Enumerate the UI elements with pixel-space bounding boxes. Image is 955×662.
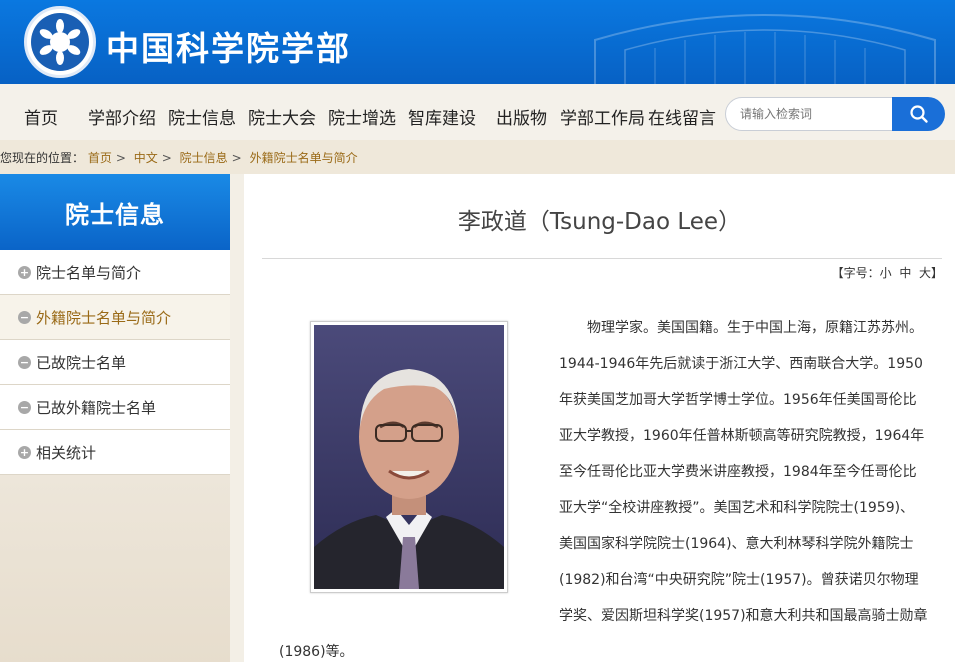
nav-item-message[interactable]: 在线留言 (648, 104, 716, 129)
breadcrumb-home[interactable]: 首页 (88, 151, 112, 165)
bio-line: 学奖、爱因斯坦科学奖(1957)和意大利共和国最高骑士勋章 (559, 608, 928, 624)
sidebar-item-label: 已故院士名单 (36, 353, 127, 372)
search-input[interactable] (725, 97, 893, 131)
minus-icon: − (18, 310, 31, 324)
building-illustration (594, 14, 936, 84)
font-size-small-link[interactable]: 小 (880, 266, 892, 280)
bio-line: 亚大学教授，1960年任普林斯顿高等研究院教授，1964年 (559, 428, 925, 444)
breadcrumb-foreign-members[interactable]: 外籍院士名单与简介 (250, 151, 358, 165)
sidebar-decoration (0, 475, 230, 662)
font-size-medium-link[interactable]: 中 (899, 266, 911, 280)
nav-item-members[interactable]: 院士信息 (168, 104, 236, 129)
font-size-large-link[interactable]: 大 (919, 266, 931, 280)
bio-line: 物理学家。美国国籍。生于中国上海，原籍江苏苏州。 (559, 320, 923, 336)
font-size-label: 字号： (843, 266, 880, 280)
nav-item-bureau[interactable]: 学部工作局 (560, 104, 645, 129)
bio-line: (1982)和台湾“中央研究院”院士(1957)。曾获诺贝尔物理 (559, 572, 919, 588)
minus-icon: − (18, 355, 31, 369)
plus-icon: + (18, 265, 31, 279)
sidebar-item-label: 外籍院士名单与简介 (36, 308, 172, 327)
page-title: 李政道（Tsung-Dao Lee） (457, 209, 742, 235)
nav-item-home[interactable]: 首页 (24, 104, 58, 129)
breadcrumb-members[interactable]: 院士信息 (180, 151, 228, 165)
site-title: 中国科学院学部 (106, 29, 351, 68)
minus-icon: − (18, 400, 31, 414)
sidebar-title: 院士信息 (0, 174, 230, 250)
nav-item-publications[interactable]: 出版物 (496, 104, 547, 129)
search-button[interactable] (892, 97, 945, 131)
cas-emblem-icon (31, 13, 89, 71)
site-header: 中国科学院学部 (0, 0, 955, 84)
plus-icon: + (18, 445, 31, 459)
bio-line: 亚大学“全校讲座教授”。美国艺术和科学院院士(1959)、 (559, 500, 915, 516)
nav-item-thinktank[interactable]: 智库建设 (408, 104, 476, 129)
breadcrumb-chinese[interactable]: 中文 (134, 151, 158, 165)
nav-item-assembly[interactable]: 院士大会 (248, 104, 316, 129)
cas-logo[interactable] (24, 6, 96, 78)
bio-line: 年获美国芝加哥大学哲学博士学位。1956年任美国哥伦比 (559, 392, 917, 408)
sidebar-item-label: 已故外籍院士名单 (36, 398, 157, 417)
sidebar-item-foreign-members[interactable]: − 外籍院士名单与简介 (0, 295, 230, 340)
font-size-close-bracket: 】 (930, 266, 943, 280)
breadcrumb: 您现在的位置： 首页 > 中文 > 院士信息 > 外籍院士名单与简介 (0, 140, 955, 174)
biography-text: 物理学家。美国国籍。生于中国上海，原籍江苏苏州。 1944-1946年先后就读于… (559, 310, 929, 634)
font-size-open-bracket: 【 (831, 266, 844, 280)
bio-line: 1944-1946年先后就读于浙江大学、西南联合大学。1950 (559, 356, 923, 372)
font-size-controls: 【字号：小 中 大】 (832, 264, 943, 281)
search-icon (909, 105, 928, 123)
bio-line: (1986)等。 (279, 644, 354, 660)
sidebar-item-label: 相关统计 (36, 443, 97, 462)
breadcrumb-prefix: 您现在的位置： (0, 151, 85, 165)
bio-line: 至今任哥伦比亚大学费米讲座教授，1984年至今任哥伦比 (559, 464, 917, 480)
nav-item-election[interactable]: 院士增选 (328, 104, 396, 129)
title-divider (262, 258, 942, 259)
sidebar-item-statistics[interactable]: + 相关统计 (0, 430, 230, 475)
sidebar-item-label: 院士名单与简介 (36, 263, 142, 282)
sidebar-item-member-list[interactable]: + 院士名单与简介 (0, 250, 230, 295)
sidebar: 院士信息 + 院士名单与简介 − 外籍院士名单与简介 − 已故院士名单 − 已故… (0, 174, 230, 662)
article-panel: 李政道（Tsung-Dao Lee） 【字号：小 中 大】 物理学家。美国国籍。… (244, 174, 955, 662)
nav-item-about[interactable]: 学部介绍 (88, 104, 156, 129)
sidebar-item-deceased-members[interactable]: − 已故院士名单 (0, 340, 230, 385)
sidebar-item-deceased-foreign-members[interactable]: − 已故外籍院士名单 (0, 385, 230, 430)
bio-line: 美国国家科学院院士(1964)、意大利林琴科学院外籍院士 (559, 536, 914, 552)
portrait-photo (310, 321, 508, 593)
